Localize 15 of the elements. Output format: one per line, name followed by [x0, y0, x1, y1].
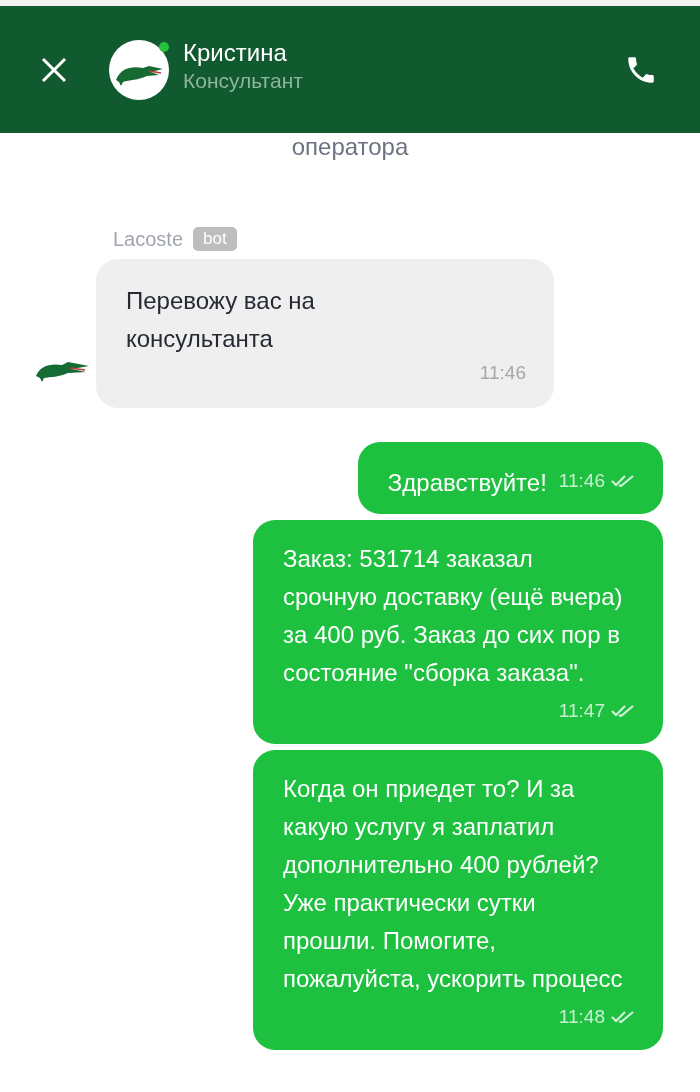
message-time: 11:46	[558, 469, 605, 493]
bot-badge: bot	[193, 227, 237, 251]
message-time: 11:48	[558, 1005, 605, 1029]
message-text: Перевожу вас на консультанта	[126, 286, 316, 354]
message-text: Когда он приедет то? И за какую услугу я заплатил дополнительно 400 рублей? Уже практически сутки прошли. Помогите, пожалуйста, ускорить процесс	[283, 774, 623, 994]
sender-name: Lacoste	[113, 227, 184, 251]
message-text: Здравствуйте!	[387, 468, 547, 498]
message-text: Заказ: 531714 заказал срочную доставку (ещё вчера) за 400 руб. Заказ до сих пор в состояние "сборка заказа".	[283, 544, 623, 688]
message-time: 11:47	[558, 699, 605, 723]
system-message: оператора	[291, 133, 409, 161]
message-time: 11:46	[479, 361, 526, 385]
contact-role: Консультант	[183, 68, 304, 93]
crocodile-avatar-icon	[109, 39, 169, 100]
close-icon[interactable]	[40, 55, 68, 84]
contact-name: Кристина	[183, 38, 288, 67]
